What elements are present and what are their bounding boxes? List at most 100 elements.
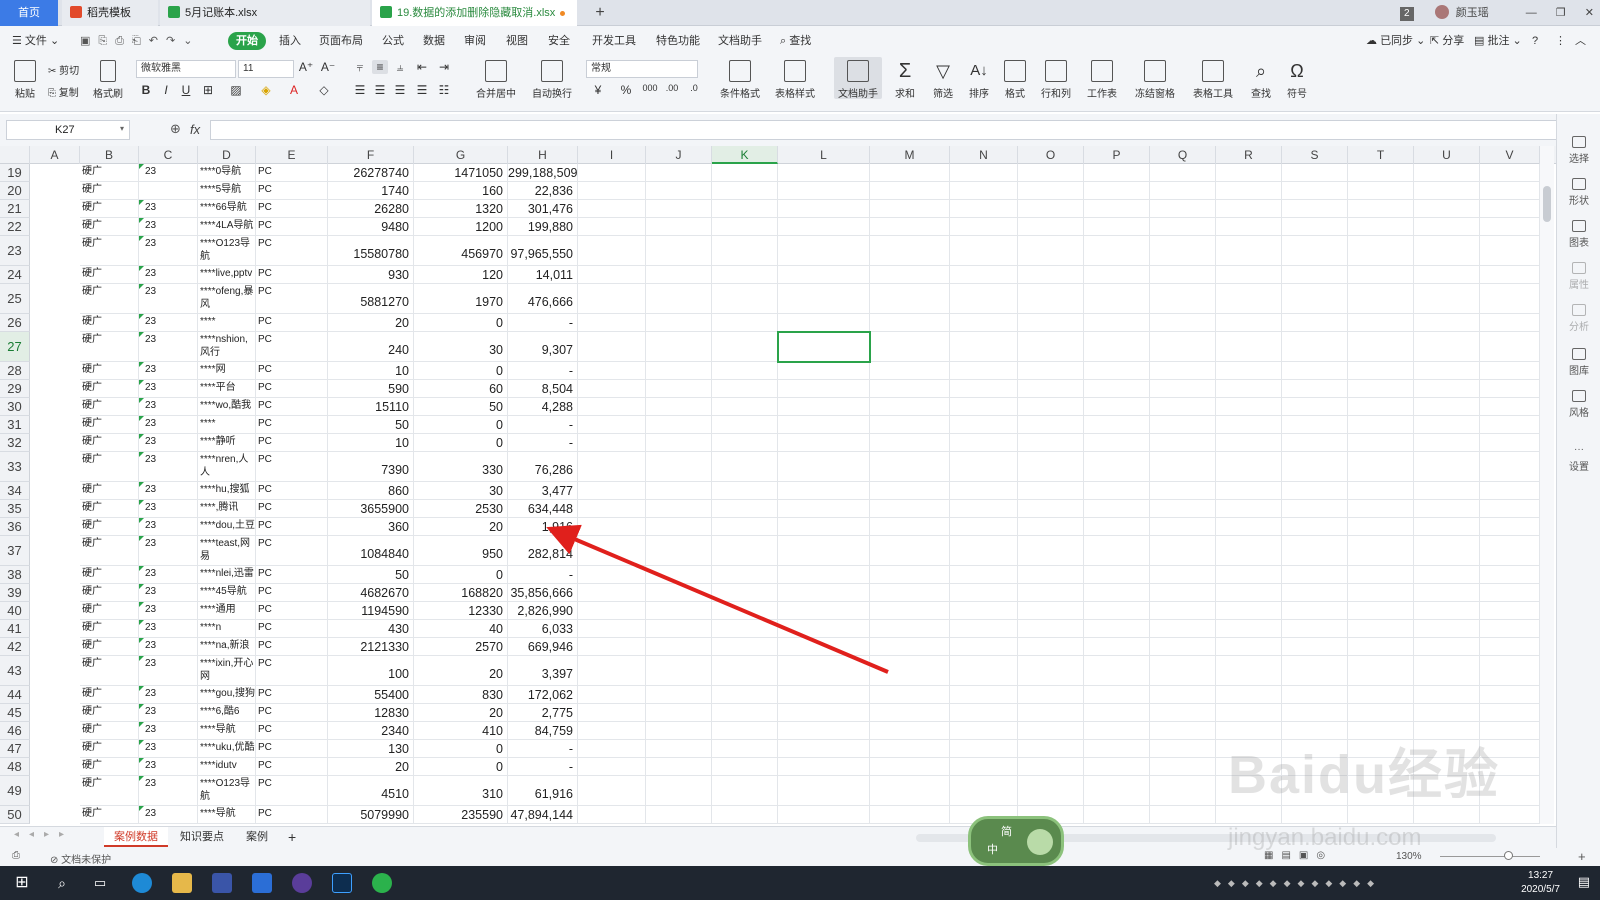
freeze-panes-button[interactable]: 冻结窗格 xyxy=(1128,60,1182,100)
side-chart[interactable]: 图表 xyxy=(1557,220,1600,249)
comment-button[interactable]: ▤ 批注 ⌄ xyxy=(1474,26,1522,56)
align-middle-icon[interactable]: ≡ xyxy=(372,60,388,74)
increase-decimal-icon[interactable]: .00 xyxy=(664,83,680,93)
worksheet-button[interactable]: 工作表 xyxy=(1082,60,1122,100)
menu-tab-view[interactable]: 视图 xyxy=(506,26,528,56)
restore-icon[interactable]: ❐ xyxy=(1556,7,1566,19)
zoom-slider-thumb[interactable] xyxy=(1504,851,1513,860)
add-sheet-button[interactable]: + xyxy=(278,827,306,847)
sync-status[interactable]: ☁ 已同步 ⌄ xyxy=(1366,26,1425,56)
cut-button[interactable]: ✂ 剪切 xyxy=(48,62,79,77)
notification-badge[interactable]: 2 xyxy=(1400,7,1414,21)
search-command[interactable]: ⌕ 查找 xyxy=(780,26,811,56)
menu-tab-start[interactable]: 开始 xyxy=(228,32,266,50)
explorer-icon[interactable] xyxy=(172,873,192,893)
tab-template[interactable]: 稻壳模板 xyxy=(62,0,158,26)
table-style-button[interactable]: 表格样式 xyxy=(770,60,820,100)
sort-button[interactable]: A↓ 排序 xyxy=(962,60,996,100)
file-menu[interactable]: ☰ 文件 ⌄ xyxy=(12,26,59,56)
zoom-level[interactable]: 130% xyxy=(1396,851,1422,862)
taskbar-clock[interactable]: 13:27 2020/5/7 xyxy=(1521,869,1560,897)
macro-icon[interactable]: ⎙ xyxy=(12,850,20,861)
side-style[interactable]: 风格 xyxy=(1557,390,1600,419)
number-format-select[interactable]: 常规 xyxy=(586,60,698,78)
align-top-icon[interactable]: ⫧ xyxy=(352,60,368,75)
tab-ledger-file[interactable]: 5月记账本.xlsx xyxy=(160,0,370,26)
side-property[interactable]: 属性 xyxy=(1557,262,1600,291)
italic-icon[interactable]: I xyxy=(158,83,174,97)
symbol-button[interactable]: Ω 符号 xyxy=(1280,60,1314,100)
indent-decrease-icon[interactable]: ⇤ xyxy=(414,60,430,74)
baidu-netdisk-icon[interactable] xyxy=(292,873,312,893)
table-tools-button[interactable]: 表格工具 xyxy=(1188,60,1238,100)
side-analysis[interactable]: 分析 xyxy=(1557,304,1600,333)
sheet-tab-case[interactable]: 案例 xyxy=(236,827,278,847)
eraser-icon[interactable]: ◇ xyxy=(316,83,332,97)
font-color-icon[interactable]: A xyxy=(286,83,302,97)
share-button[interactable]: ⇱ 分享 xyxy=(1430,26,1464,56)
tab-active-file[interactable]: 19.数据的添加删除隐藏取消.xlsx xyxy=(372,0,577,26)
filter-button[interactable]: ▽ 筛选 xyxy=(926,60,960,100)
protection-status[interactable]: ⊘ 文档未保护 xyxy=(50,851,111,866)
collapse-ribbon-icon[interactable]: ︿ xyxy=(1575,26,1586,56)
menu-tab-insert[interactable]: 插入 xyxy=(279,26,301,56)
decrease-decimal-icon[interactable]: .0 xyxy=(686,83,702,93)
align-left-icon[interactable]: ☰ xyxy=(352,83,368,97)
help-icon[interactable]: ? xyxy=(1532,26,1538,56)
menu-tab-data[interactable]: 数据 xyxy=(423,26,445,56)
menu-tab-formula[interactable]: 公式 xyxy=(382,26,404,56)
sheet-nav-arrows[interactable]: ◂◂▸▸ xyxy=(14,829,74,840)
fx-icon[interactable]: fx xyxy=(190,122,200,137)
copy-button[interactable]: ⎘ 复制 xyxy=(48,84,79,99)
doc-helper-button[interactable]: 文档助手 xyxy=(834,57,882,100)
side-gallery[interactable]: 图库 xyxy=(1557,348,1600,377)
row-col-button[interactable]: 行和列 xyxy=(1036,60,1076,100)
paste-button[interactable]: 粘贴 xyxy=(10,60,40,100)
format-button[interactable]: 格式 xyxy=(998,60,1032,100)
menu-tab-doc-helper[interactable]: 文档助手 xyxy=(718,26,762,56)
name-box[interactable]: K27 xyxy=(6,120,130,140)
font-size-select[interactable]: 11 xyxy=(238,60,294,78)
side-select[interactable]: 选择 xyxy=(1557,136,1600,165)
menu-tab-page-layout[interactable]: 页面布局 xyxy=(319,26,363,56)
zoom-in-icon[interactable]: + xyxy=(1578,849,1586,864)
ime-floating-widget[interactable]: 简 中 xyxy=(968,816,1064,866)
align-center-icon[interactable]: ☰ xyxy=(372,83,388,97)
menu-tab-review[interactable]: 审阅 xyxy=(464,26,486,56)
more-icon[interactable]: ⋮ xyxy=(1555,26,1566,56)
thousands-icon[interactable]: 000 xyxy=(642,83,658,93)
fill-color-icon[interactable]: ◈ xyxy=(258,83,274,97)
tab-home[interactable]: 首页 xyxy=(0,0,58,26)
side-shape[interactable]: 形状 xyxy=(1557,178,1600,207)
percent-icon[interactable]: % xyxy=(618,83,634,97)
zoom-formula-icon[interactable]: ⊕ xyxy=(170,121,181,137)
decrease-font-icon[interactable]: A⁻ xyxy=(320,60,336,74)
currency-icon[interactable]: ¥ xyxy=(590,83,606,97)
new-tab-button[interactable]: + xyxy=(590,0,610,26)
wechat-icon[interactable] xyxy=(372,873,392,893)
distribute-icon[interactable]: ☷ xyxy=(436,83,452,97)
photoshop-icon[interactable] xyxy=(332,873,352,893)
underline-icon[interactable]: U xyxy=(178,83,194,97)
find-button[interactable]: ⌕ 查找 xyxy=(1244,60,1278,100)
browser-icon[interactable] xyxy=(132,873,152,893)
sum-button[interactable]: Σ 求和 xyxy=(888,60,922,100)
vertical-scroll-thumb[interactable] xyxy=(1543,186,1551,222)
app-icon[interactable] xyxy=(212,873,232,893)
spreadsheet-grid[interactable]: ABCDEFGHIJKLMNOPQRSTUV 19 硬广 23 ****0导航 PC 26… xyxy=(0,146,1556,826)
formula-input[interactable] xyxy=(210,120,1562,140)
sheet-tab-case-data[interactable]: 案例数据 xyxy=(104,827,168,847)
zoom-slider[interactable] xyxy=(1440,856,1540,857)
taskbar-search-icon[interactable]: ⌕ xyxy=(52,873,72,893)
wps-writer-icon[interactable] xyxy=(252,873,272,893)
menu-tab-features[interactable]: 特色功能 xyxy=(656,26,700,56)
name-box-dropdown-icon[interactable]: ▾ xyxy=(120,124,124,133)
cell-style-icon[interactable]: ▨ xyxy=(228,83,244,97)
indent-increase-icon[interactable]: ⇥ xyxy=(436,60,452,74)
avatar[interactable] xyxy=(1434,5,1449,19)
align-bottom-icon[interactable]: ⫨ xyxy=(392,60,408,75)
menu-tab-security[interactable]: 安全 xyxy=(548,26,570,56)
minimize-icon[interactable]: — xyxy=(1526,7,1537,19)
bold-icon[interactable]: B xyxy=(138,83,154,97)
task-view-icon[interactable]: ▭ xyxy=(90,873,110,893)
